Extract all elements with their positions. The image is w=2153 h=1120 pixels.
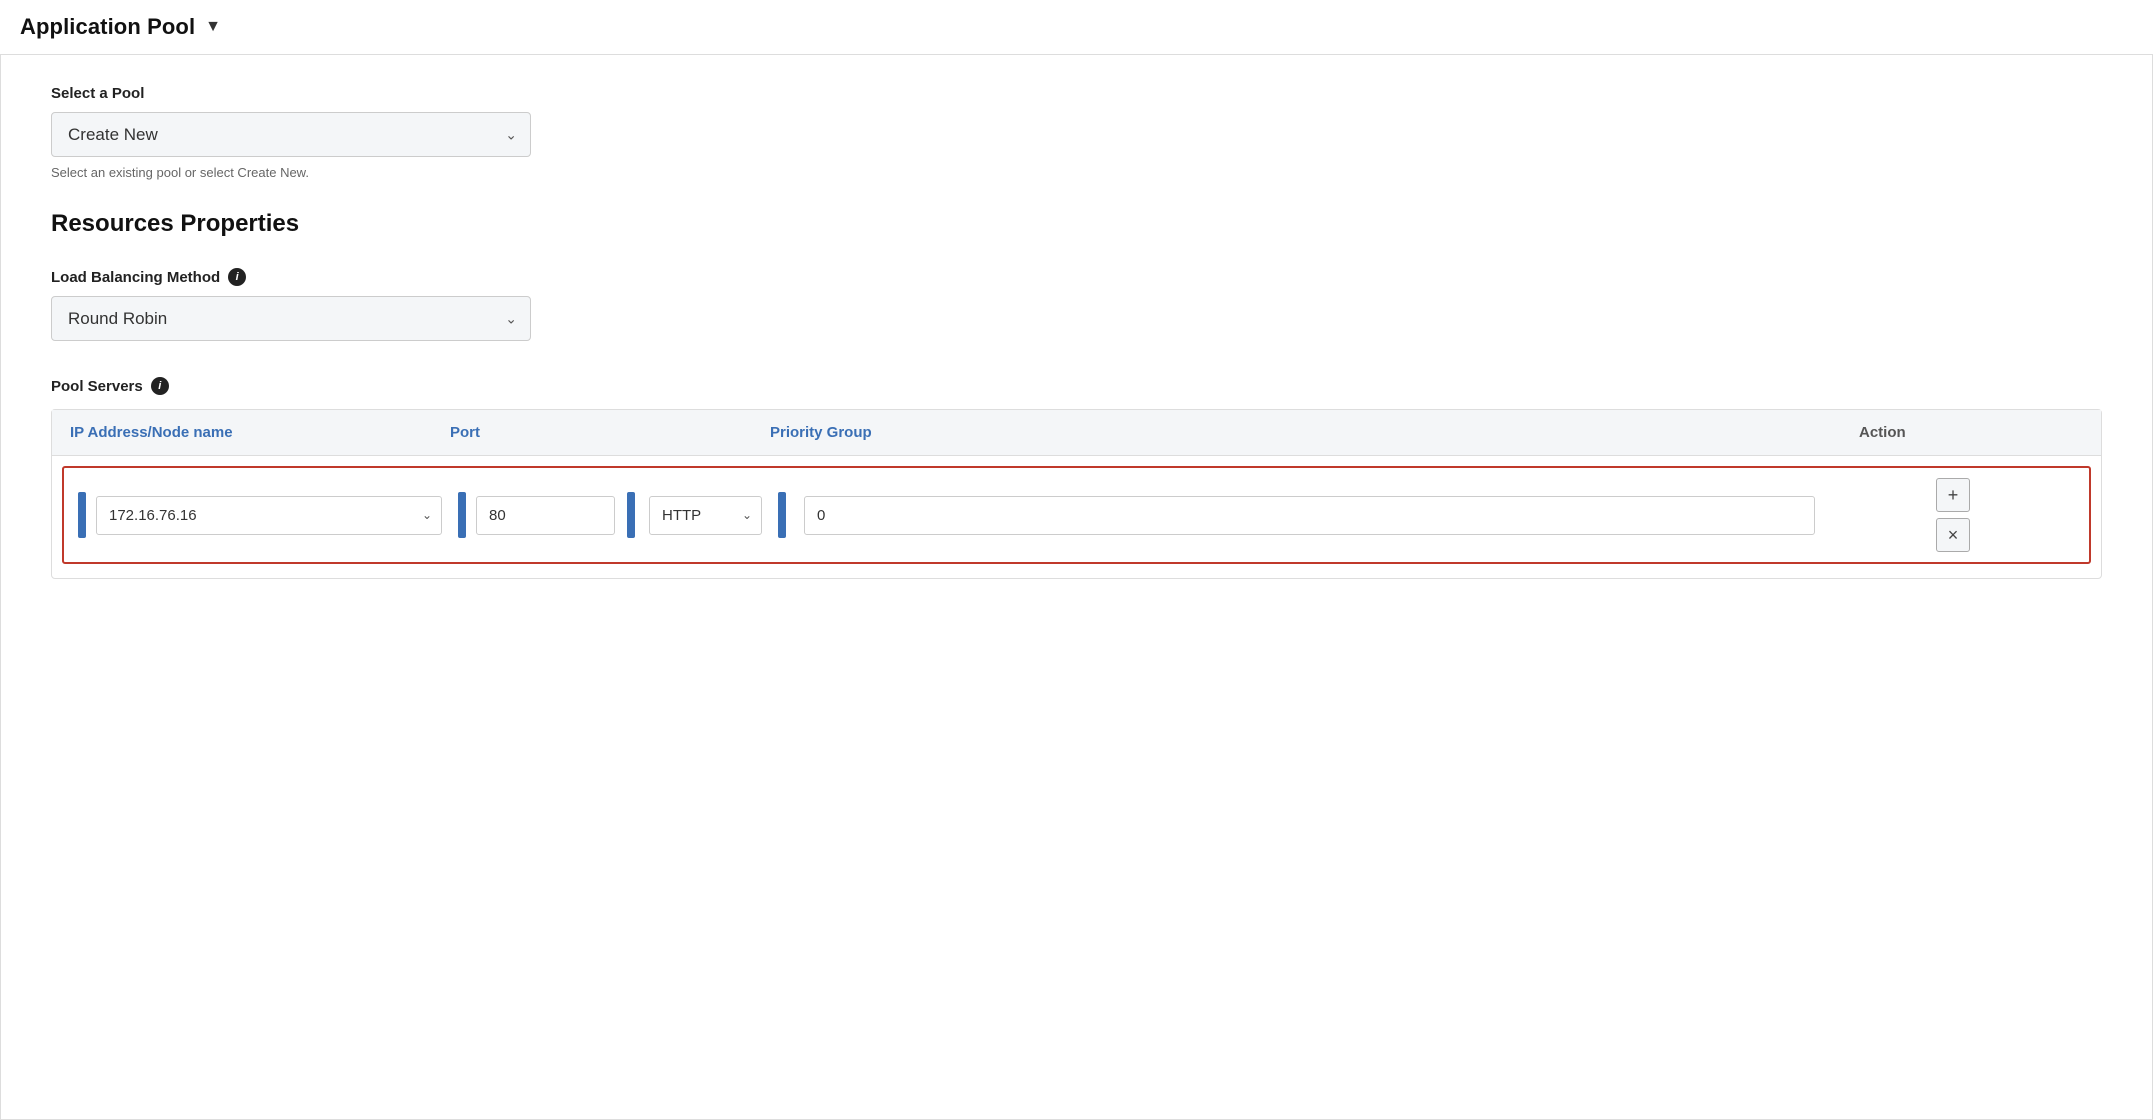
load-balancing-dropdown[interactable]: Round Robin Least Connections IP Hash [51,296,531,341]
pool-servers-table: IP Address/Node name Port Priority Group… [51,409,2102,579]
pool-servers-info-icon[interactable]: i [151,377,169,395]
col-header-port: Port [432,410,752,455]
table-row: 172.16.76.16 ⌄ HT [62,466,2091,564]
add-row-button[interactable]: + [1936,478,1970,512]
col-header-priority: Priority Group [752,410,1841,455]
col-header-action: Action [1841,410,2101,455]
panel-title-arrow-icon[interactable]: ▼ [205,18,221,36]
resources-title: Resources Properties [51,210,2102,238]
load-balancing-label-row: Load Balancing Method i [51,268,2102,286]
select-pool-hint: Select an existing pool or select Create… [51,165,2102,180]
table-header-row: IP Address/Node name Port Priority Group… [52,410,2101,456]
protocol-select-wrapper: HTTP HTTPS TCP UDP ⌄ [649,496,762,535]
pool-servers-label-row: Pool Servers i [51,377,2102,395]
port-input[interactable] [476,496,615,535]
select-pool-label: Select a Pool [51,85,2102,102]
ip-drag-handle [78,492,86,538]
ip-cell: 172.16.76.16 ⌄ [70,492,450,538]
ip-address-select[interactable]: 172.16.76.16 [96,496,442,535]
priority-drag-handle [778,492,786,538]
load-balancing-info-icon[interactable]: i [228,268,246,286]
col-header-ip: IP Address/Node name [52,410,432,455]
protocol-drag-handle [627,492,635,538]
panel-body: Select a Pool Create New Pool 1 Pool 2 ⌄… [0,55,2153,1120]
load-balancing-wrapper: Round Robin Least Connections IP Hash ⌄ [51,296,531,341]
port-cell: HTTP HTTPS TCP UDP ⌄ [450,492,770,538]
ip-select-wrapper: 172.16.76.16 ⌄ [96,496,442,535]
priority-input[interactable] [804,496,1815,535]
remove-row-button[interactable]: × [1936,518,1970,552]
table-row-wrapper: 172.16.76.16 ⌄ HT [52,456,2101,578]
priority-cell [770,492,1823,538]
pool-servers-section: Pool Servers i IP Address/Node name Port… [51,377,2102,579]
pool-servers-label: Pool Servers [51,378,143,395]
panel-header: Application Pool ▼ [0,0,2153,55]
select-pool-dropdown[interactable]: Create New Pool 1 Pool 2 [51,112,531,157]
protocol-select[interactable]: HTTP HTTPS TCP UDP [649,496,762,535]
page-container: Application Pool ▼ Select a Pool Create … [0,0,2153,1120]
action-cell: + × [1823,478,2083,552]
port-drag-handle [458,492,466,538]
load-balancing-label: Load Balancing Method [51,269,220,286]
panel-title: Application Pool [20,14,195,40]
select-pool-wrapper: Create New Pool 1 Pool 2 ⌄ [51,112,531,157]
